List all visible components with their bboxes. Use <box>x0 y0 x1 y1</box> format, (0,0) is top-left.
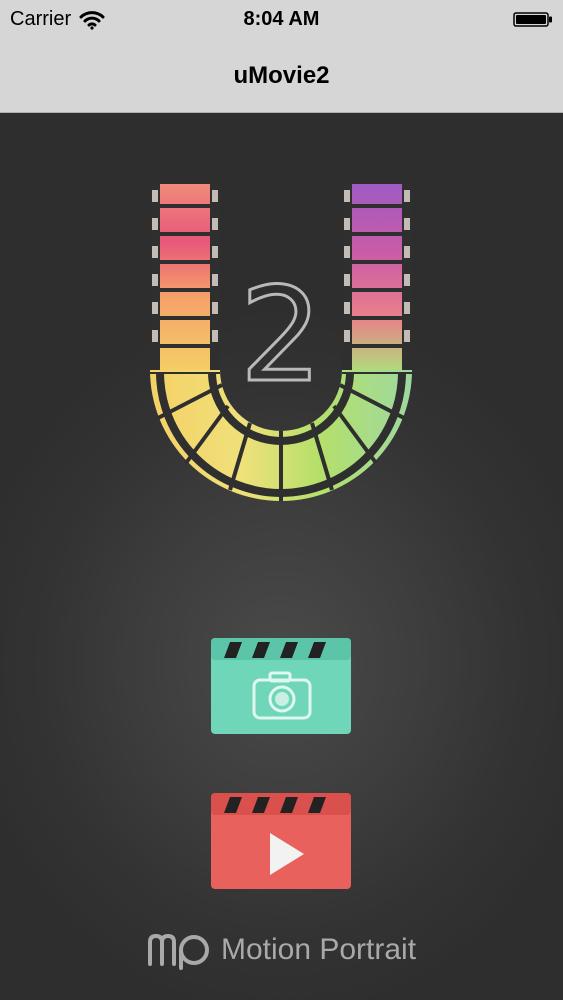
status-time: 8:04 AM <box>243 8 320 30</box>
status-bar: Carrier 8:04 AM <box>0 0 563 40</box>
play-button[interactable] <box>208 789 354 891</box>
play-icon <box>211 793 351 889</box>
brand-name: Motion Portrait <box>220 933 417 966</box>
page-title: uMovie2 <box>233 62 330 89</box>
brand-footer: Motion Portrait <box>0 930 563 970</box>
app-screen: Carrier 8:04 AM uMovie2 2 Motion Portrai… <box>0 0 563 1000</box>
record-button[interactable] <box>208 634 354 736</box>
navigation-bar: uMovie2 <box>0 40 563 113</box>
motion-portrait-logo-icon <box>147 933 209 970</box>
app-logo: 2 <box>150 184 412 501</box>
battery-icon <box>513 12 552 27</box>
camera-icon <box>211 638 351 734</box>
logo-number: 2 <box>240 259 323 411</box>
